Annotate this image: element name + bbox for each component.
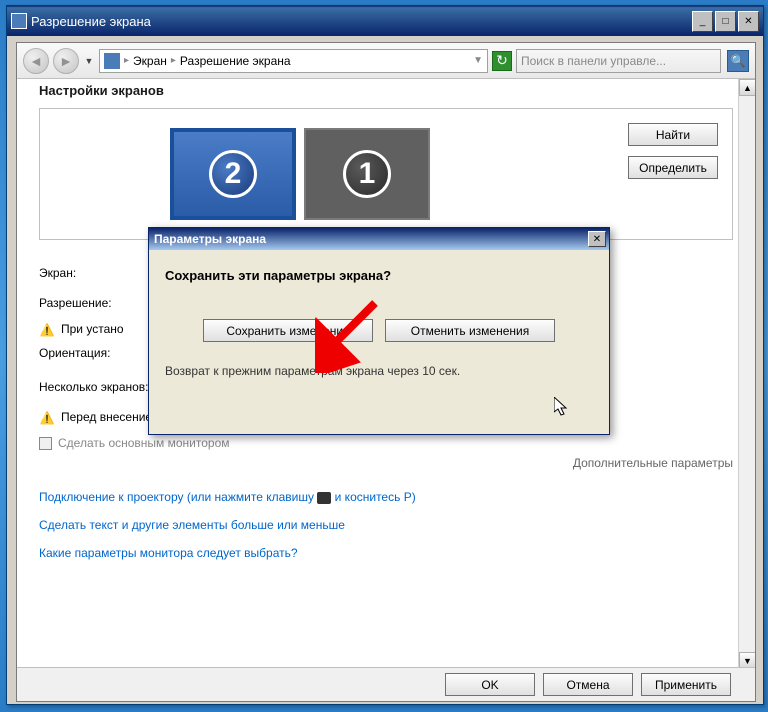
minimize-button[interactable]: _ bbox=[692, 11, 713, 32]
breadcrumb-part2[interactable]: Разрешение экрана bbox=[180, 54, 291, 68]
section-title: Настройки экранов bbox=[39, 79, 733, 102]
windows-key-icon bbox=[317, 492, 331, 504]
warning-icon: ⚠️ bbox=[39, 322, 55, 338]
dialog-buttons: Сохранить изменения Отменить изменения bbox=[165, 319, 593, 342]
find-button[interactable]: Найти bbox=[628, 123, 718, 146]
outer-titlebar: Разрешение экрана _ □ ✕ bbox=[7, 6, 763, 36]
warn1-text: При устано bbox=[61, 322, 124, 336]
search-go-button[interactable]: 🔍 bbox=[727, 50, 749, 72]
breadcrumb-drop-icon[interactable]: ▼ bbox=[473, 55, 483, 66]
search-placeholder: Поиск в панели управле... bbox=[521, 54, 716, 68]
dialog-close-button[interactable]: ✕ bbox=[588, 231, 606, 247]
app-icon bbox=[11, 13, 27, 29]
breadcrumb-part1[interactable]: Экран bbox=[133, 54, 167, 68]
address-breadcrumb[interactable]: ▸ Экран ▸ Разрешение экрана ▼ bbox=[99, 49, 488, 73]
dialog-button-bar: OK Отмена Применить bbox=[17, 667, 755, 701]
monitor-1[interactable]: 1 bbox=[304, 128, 430, 220]
vertical-scrollbar[interactable]: ▲ ▼ bbox=[738, 79, 755, 669]
help-links: Подключение к проектору (или нажмите кла… bbox=[39, 490, 733, 560]
nav-toolbar: ◄ ► ▼ ▸ Экран ▸ Разрешение экрана ▼ ↻ По… bbox=[17, 43, 755, 79]
projector-link[interactable]: Подключение к проектору (или нажмите кла… bbox=[39, 490, 733, 504]
monitor-2[interactable]: 2 bbox=[170, 128, 296, 220]
text-size-link[interactable]: Сделать текст и другие элементы больше и… bbox=[39, 518, 733, 532]
monitor-arrangement-box[interactable]: 2 1 Найти Определить bbox=[39, 108, 733, 240]
scroll-up-icon[interactable]: ▲ bbox=[739, 79, 755, 96]
dialog-titlebar[interactable]: Параметры экрана ✕ bbox=[149, 228, 609, 250]
forward-button[interactable]: ► bbox=[53, 48, 79, 74]
display-settings-dialog: Параметры экрана ✕ Сохранить эти парамет… bbox=[148, 227, 610, 435]
dialog-title: Параметры экрана bbox=[152, 232, 586, 246]
nav-history-dropdown[interactable]: ▼ bbox=[83, 50, 95, 72]
cancel-button[interactable]: Отмена bbox=[543, 673, 633, 696]
dialog-body: Сохранить эти параметры экрана? Сохранит… bbox=[149, 250, 609, 396]
detect-button[interactable]: Определить bbox=[628, 156, 718, 179]
main-monitor-label: Сделать основным монитором bbox=[58, 436, 230, 450]
back-button[interactable]: ◄ bbox=[23, 48, 49, 74]
advanced-settings-link[interactable]: Дополнительные параметры bbox=[39, 456, 733, 470]
warning-icon: ⚠️ bbox=[39, 410, 55, 426]
close-button[interactable]: ✕ bbox=[738, 11, 759, 32]
monitor-badge: 1 bbox=[343, 150, 391, 198]
which-monitor-link[interactable]: Какие параметры монитора следует выбрать… bbox=[39, 546, 733, 560]
main-monitor-row: Сделать основным монитором bbox=[39, 436, 733, 450]
apply-button[interactable]: Применить bbox=[641, 673, 731, 696]
ok-button[interactable]: OK bbox=[445, 673, 535, 696]
main-monitor-checkbox bbox=[39, 437, 52, 450]
maximize-button[interactable]: □ bbox=[715, 11, 736, 32]
monitor-badge: 2 bbox=[209, 150, 257, 198]
search-box[interactable]: Поиск в панели управле... bbox=[516, 49, 721, 73]
display-icon bbox=[104, 53, 120, 69]
monitor-side-buttons: Найти Определить bbox=[628, 123, 718, 179]
monitor-number: 2 bbox=[225, 157, 242, 191]
monitor-number: 1 bbox=[359, 157, 376, 191]
refresh-button[interactable]: ↻ bbox=[492, 51, 512, 71]
breadcrumb-sep-icon: ▸ bbox=[124, 55, 129, 66]
save-changes-button[interactable]: Сохранить изменения bbox=[203, 319, 373, 342]
dialog-countdown: Возврат к прежним параметрам экрана чере… bbox=[165, 364, 593, 378]
dialog-question: Сохранить эти параметры экрана? bbox=[165, 268, 593, 283]
breadcrumb-sep-icon: ▸ bbox=[171, 55, 176, 66]
revert-changes-button[interactable]: Отменить изменения bbox=[385, 319, 555, 342]
outer-window-title: Разрешение экрана bbox=[31, 14, 690, 29]
